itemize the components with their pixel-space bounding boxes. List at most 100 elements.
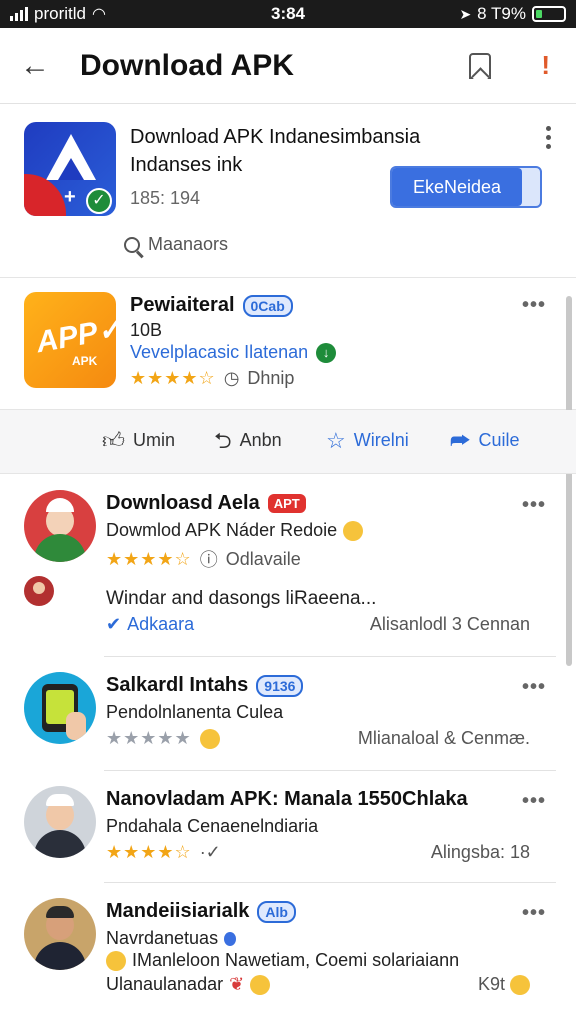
status-bar: proritld ◠ 3:84 ➤ 8 T9% [0, 0, 576, 28]
review-text: Pndahala Cenaenelndiaria [106, 816, 319, 836]
search-icon [124, 236, 140, 253]
reviewer-name-row: Salkardl Intahs 9136 [106, 674, 304, 697]
more-options-icon[interactable]: ••• [522, 790, 546, 813]
review-text-line3: Ulanaulanadar [106, 974, 224, 994]
action-bar: 👍︎ Umin ⮌ Anbn ☆ Wirelni ⮫ Cuile [0, 410, 576, 474]
status-time: 3:84 [270, 4, 306, 23]
review-text-line2: IManleloon Nawetiam, Coemi solariaiann [132, 950, 460, 970]
review-rating-text: Odlavaile [225, 548, 301, 569]
battery-icon [532, 6, 566, 22]
search-link[interactable]: Maanaors [124, 234, 228, 255]
page-title: Download APK [80, 48, 294, 82]
review-rating: ★★★★☆ ·✓ [106, 842, 221, 863]
developer-link[interactable]: Vevelplacasic Ilatenan ↓ [130, 342, 337, 363]
reviewer-badge: APT [267, 494, 306, 513]
verified-check-icon: ↓ [316, 342, 337, 363]
divider [104, 656, 556, 657]
review-text: Pendolnlanenta Culea [106, 702, 284, 722]
review-text: Navrdanetuas [106, 928, 219, 948]
signal-icon [10, 7, 28, 21]
emoji-icon [343, 520, 364, 541]
featured-app-meta: 185: 194 [130, 188, 201, 208]
reviewer-badge: Alb [257, 900, 296, 923]
wishlist-label: Wirelni [353, 430, 409, 450]
reviewer-name-row: Mandeiisiarialk Alb [106, 900, 296, 923]
more-options-icon[interactable]: ••• [522, 676, 546, 699]
install-button[interactable]: EkeNeidea [390, 166, 542, 208]
review-meta: Mlianaloal & Cenmæ. [357, 728, 530, 748]
check-icon: ·✓ [199, 842, 221, 862]
forward-button[interactable]: ⮫ Cuile [450, 427, 520, 453]
review-meta: K9t [477, 974, 530, 996]
carrier-label: proritld [34, 4, 86, 23]
battery-label: 8 T9% [477, 4, 526, 23]
scrollbar[interactable] [566, 296, 572, 666]
avatar[interactable] [24, 576, 54, 606]
rating-stars-icon: ★★★★★ [106, 728, 192, 748]
avatar[interactable] [24, 672, 96, 744]
review-rating: ★★★★★ [106, 728, 220, 749]
like-button[interactable]: 👍︎ Umin [102, 429, 176, 451]
review-text-row-2: IManleloon Nawetiam, Coemi solariaiann [106, 950, 459, 971]
location-icon: ➤ [459, 5, 472, 22]
divider [104, 882, 556, 883]
more-options-icon[interactable]: ••• [522, 902, 546, 925]
forward-icon: ⮫ [450, 427, 471, 453]
app-badge: 0Cab [242, 294, 293, 317]
bookmark-icon[interactable] [469, 52, 492, 79]
app-name: Pewiaiteral [130, 294, 235, 316]
more-options-icon[interactable]: ••• [522, 494, 546, 517]
like-label: Umin [133, 430, 176, 450]
app-rating: ★★★★☆ ◷ Dhnip [130, 368, 294, 389]
reviewer-badge: 9136 [256, 674, 304, 697]
app-name-row: Pewiaiteral 0Cab [130, 294, 293, 317]
rating-text: Dhnip [247, 368, 295, 388]
more-options-icon[interactable] [544, 126, 552, 149]
star-icon: ☆ [326, 427, 346, 453]
featured-app-icon: + ✓ [24, 122, 116, 216]
review-meta-text: K9t [477, 974, 505, 994]
heart-emoji-icon: ❦ [229, 974, 245, 994]
drop-icon [224, 931, 237, 946]
review-text: Dowmlod APK Náder Redoie [106, 520, 338, 540]
share-button[interactable]: ⮌ Anbn [214, 427, 282, 453]
featured-app-subtitle: Indanses ink [130, 154, 243, 176]
emoji-icon [199, 728, 220, 749]
wishlist-button[interactable]: ☆ Wirelni [326, 427, 409, 453]
reviewer-name[interactable]: Mandeiisiarialk [106, 900, 249, 923]
forward-label: Cuile [478, 430, 520, 450]
app-bar: ← Download APK ! [0, 28, 576, 104]
rating-stars-icon: ★★★★☆ [130, 368, 216, 388]
rating-stars-icon: ★★★★☆ [106, 842, 192, 862]
featured-app-name: Download APK Indanesimbansia [130, 126, 421, 148]
reply-text: Windar and dasongs liRaeena... [106, 588, 377, 609]
alert-icon[interactable]: ! [541, 50, 550, 81]
share-icon: ⮌ [214, 427, 232, 453]
share-label: Anbn [239, 430, 282, 450]
verified-icon: ✔ [106, 614, 122, 634]
clock-icon: ◷ [223, 368, 240, 388]
review-meta: Alingsba: 18 [430, 842, 530, 862]
app-list-item[interactable]: APP✓ APK Pewiaiteral 0Cab 10B Vevelplaca… [0, 278, 576, 410]
avatar[interactable] [24, 490, 96, 562]
avatar[interactable] [24, 786, 96, 858]
featured-app-card[interactable]: + ✓ Download APK Indanesimbansia Indanse… [0, 104, 576, 278]
review-text-row-3: Ulanaulanadar ❦ [106, 974, 271, 995]
review-meta: Alisanlodl 3 Cennan [369, 614, 530, 634]
back-arrow-icon[interactable]: ← [20, 49, 60, 83]
reply-link[interactable]: ✔ Adkaara [106, 614, 194, 635]
reviewer-name[interactable]: Nanovladam APK: Manala 1550Chlaka [106, 788, 468, 811]
wifi-icon: ◠ [91, 6, 106, 23]
search-label: Maanaors [148, 234, 229, 254]
rating-stars-icon: ★★★★☆ [106, 548, 192, 569]
reviewer-name[interactable]: Downloasd Aela [106, 492, 260, 515]
info-icon: ⓘ [199, 550, 218, 570]
reviewer-name-row: Downloasd Aela APT [106, 492, 306, 515]
avatar[interactable] [24, 898, 96, 970]
emoji-icon [106, 950, 126, 971]
reply-link-label: Adkaara [127, 614, 195, 634]
app-icon: APP✓ APK [24, 292, 125, 388]
emoji-icon [250, 974, 271, 995]
reviewer-name[interactable]: Salkardl Intahs [106, 674, 248, 697]
more-options-icon[interactable]: ••• [522, 294, 546, 317]
